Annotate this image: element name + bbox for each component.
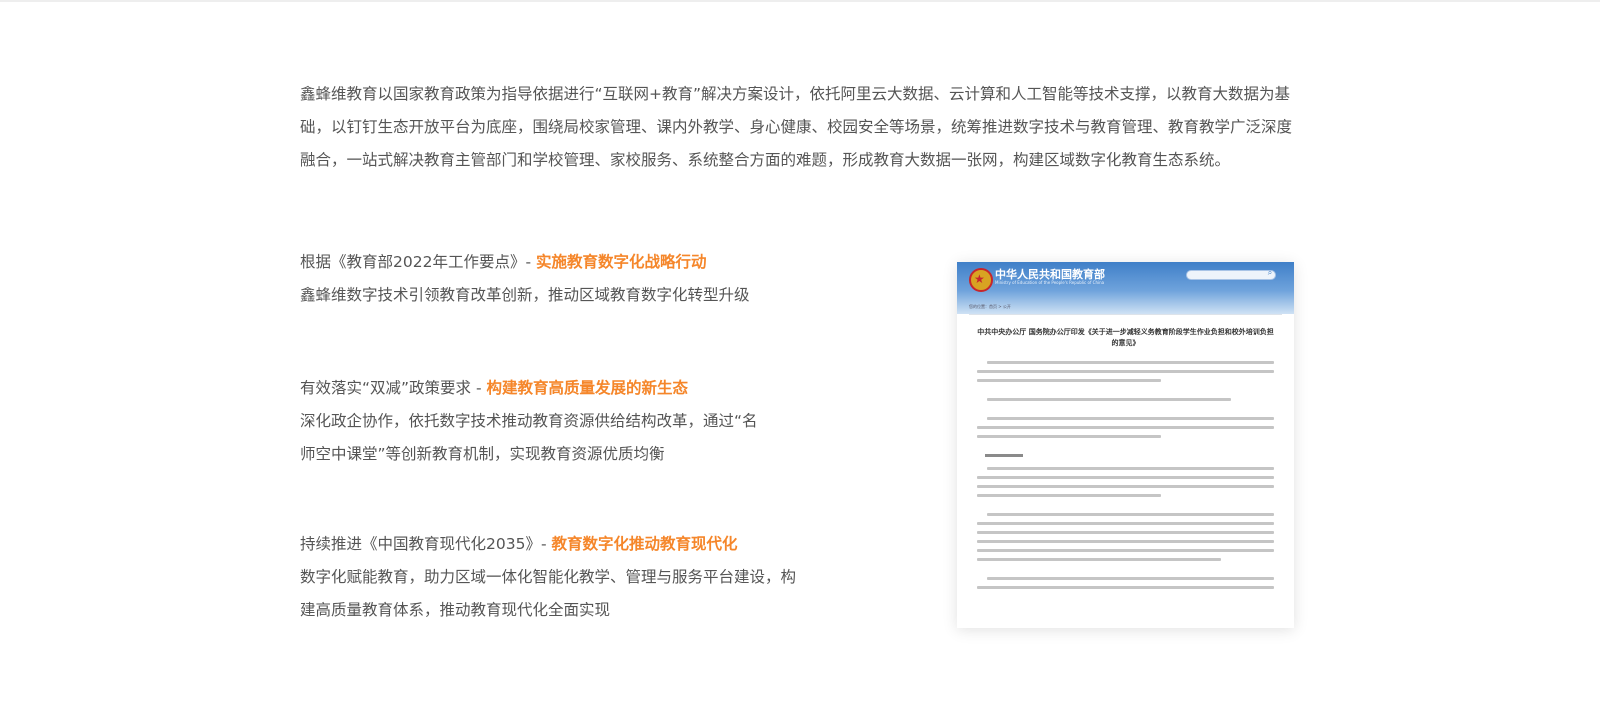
text-line — [977, 370, 1274, 373]
policy-document-image: ★ 中华人民共和国教育部 Ministry of Education of th… — [957, 262, 1294, 628]
policy-heading-prefix: 持续推进《中国教育现代化2035》- — [300, 535, 552, 553]
policy-body: 鑫蜂维数字技术引领教育改革创新，推动区域教育数字化转型升级 — [300, 286, 750, 304]
intro-paragraph: 鑫蜂维教育以国家教育政策为指导依据进行“互联网+教育”解决方案设计，依托阿里云大… — [300, 85, 1293, 169]
text-line — [977, 476, 1274, 479]
text-line — [977, 485, 1274, 488]
text-line — [987, 361, 1274, 364]
policy-heading-accent: 构建教育高质量发展的新生态 — [486, 379, 689, 397]
text-line — [987, 417, 1274, 420]
policy-heading-accent: 教育数字化推动教育现代化 — [551, 535, 738, 553]
text-line — [977, 586, 1274, 589]
document-section-label — [985, 454, 1023, 457]
text-line — [977, 522, 1274, 525]
document-breadcrumb: 您的位置：首页 > 公开 — [969, 304, 1011, 309]
document-header: ★ 中华人民共和国教育部 Ministry of Education of th… — [957, 262, 1294, 314]
policy-section-1: 根据《教育部2022年工作要点》- 实施教育数字化战略行动 鑫蜂维数字技术引领教… — [300, 246, 860, 312]
policy-section-2: 有效落实“双减”政策要求 - 构建教育高质量发展的新生态 深化政企协作，依托数字… — [300, 372, 860, 471]
policy-heading-prefix: 根据《教育部2022年工作要点》- — [300, 253, 536, 271]
policy-heading: 根据《教育部2022年工作要点》- 实施教育数字化战略行动 — [300, 246, 860, 279]
top-divider — [0, 0, 1600, 2]
policy-heading-accent: 实施教育数字化战略行动 — [535, 253, 707, 271]
text-line — [977, 494, 1162, 497]
document-search-box — [1186, 270, 1276, 280]
text-line — [977, 426, 1274, 429]
national-emblem-icon: ★ — [969, 268, 993, 292]
text-line — [987, 513, 1274, 516]
document-body: 中共中央办公厅 国务院办公厅印发《关于进一步减轻义务教育阶段学生作业负担和校外培… — [957, 314, 1294, 589]
document-title: 中共中央办公厅 国务院办公厅印发《关于进一步减轻义务教育阶段学生作业负担和校外培… — [977, 328, 1274, 347]
policy-heading: 持续推进《中国教育现代化2035》- 教育数字化推动教育现代化 — [300, 528, 860, 561]
text-line — [977, 558, 1221, 561]
policy-heading: 有效落实“双减”政策要求 - 构建教育高质量发展的新生态 — [300, 372, 860, 405]
text-line — [987, 577, 1274, 580]
text-line — [987, 467, 1274, 470]
policy-body: 数字化赋能教育，助力区域一体化智能化教学、管理与服务平台建设，构建高质量教育体系… — [300, 568, 797, 619]
search-icon: ⌕ — [1267, 268, 1273, 277]
text-line — [977, 379, 1162, 382]
text-line — [977, 435, 1162, 438]
text-line — [977, 549, 1274, 552]
ministry-english-name: Ministry of Education of the People's Re… — [995, 280, 1105, 285]
policy-body: 深化政企协作，依托数字技术推动教育资源供给结构改革，通过“名师空中课堂”等创新教… — [300, 412, 758, 463]
policy-section-3: 持续推进《中国教育现代化2035》- 教育数字化推动教育现代化 数字化赋能教育，… — [300, 528, 860, 627]
policy-heading-prefix: 有效落实“双减”政策要求 - — [300, 379, 487, 397]
text-line — [987, 398, 1231, 401]
text-line — [977, 531, 1274, 534]
text-line — [977, 540, 1274, 543]
